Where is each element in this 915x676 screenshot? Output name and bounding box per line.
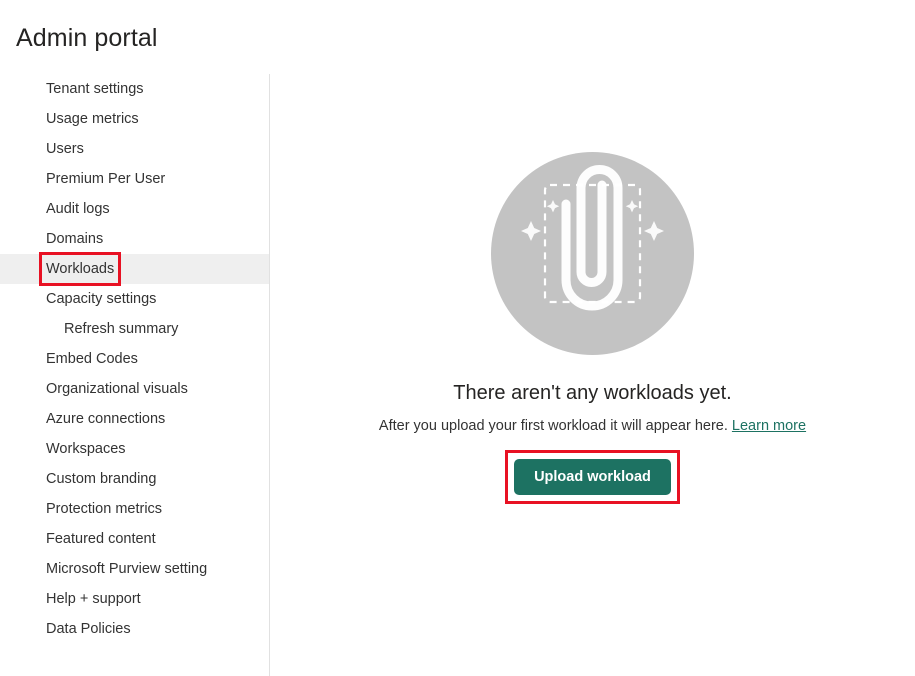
sidebar-item-data-policies[interactable]: Data Policies [0,614,269,644]
sidebar-item-label: Workloads [38,252,122,286]
sidebar-item-usage-metrics[interactable]: Usage metrics [0,104,269,134]
sidebar-item-label: Users [46,141,84,157]
sidebar-item-workspaces[interactable]: Workspaces [0,434,269,464]
empty-state-subtitle-text: After you upload your first workload it … [378,418,728,434]
sidebar-item-label: Azure connections [46,411,166,427]
page-title: Admin portal [16,24,158,52]
empty-state-title: There aren't any workloads yet. [453,382,732,404]
learn-more-link[interactable]: Learn more [732,418,806,434]
empty-state: There aren't any workloads yet. After yo… [270,74,915,504]
sidebar-item-featured-content[interactable]: Featured content [0,524,269,554]
sidebar-item-label: Protection metrics [46,501,163,517]
sidebar-nav: Tenant settings Usage metrics Users Premium… [0,74,269,676]
sidebar-item-refresh-summary[interactable]: Refresh summary [0,314,269,344]
sidebar-item-workloads[interactable]: Workloads [0,252,269,286]
sidebar-item-label: Embed Codes [46,351,138,367]
sidebar-item-protection-metrics[interactable]: Protection metrics [0,494,269,524]
sidebar-item-microsoft-purview-setting[interactable]: Microsoft Purview setting [0,554,269,584]
sidebar-item-custom-branding[interactable]: Custom branding [0,464,269,494]
sidebar-item-label: Help + support [46,591,141,607]
sidebar-item-azure-connections[interactable]: Azure connections [0,404,269,434]
empty-state-subtitle: After you upload your first workload it … [270,416,915,436]
sidebar-item-premium-per-user[interactable]: Premium Per User [0,164,269,194]
sidebar-item-label: Audit logs [46,201,110,217]
sidebar-item-label: Capacity settings [46,291,157,307]
sidebar-item-label: Custom branding [46,471,157,487]
sidebar-item-users[interactable]: Users [0,134,269,164]
sidebar-item-label: Usage metrics [46,111,139,127]
main-panel: There aren't any workloads yet. After yo… [270,74,915,676]
sidebar-item-embed-codes[interactable]: Embed Codes [0,344,269,374]
sidebar-item-label: Organizational visuals [46,381,188,397]
sidebar-item-label: Workspaces [46,441,126,457]
sidebar-item-organizational-visuals[interactable]: Organizational visuals [0,374,269,404]
sidebar-item-tenant-settings[interactable]: Tenant settings [0,74,269,104]
sidebar-item-label: Domains [46,231,104,247]
sidebar-item-help-support[interactable]: Help + support [0,584,269,614]
sidebar-item-label: Featured content [46,531,156,547]
sidebar-item-label: Tenant settings [46,81,144,97]
sidebar-item-label: Data Policies [46,621,131,637]
paperclip-upload-illustration-icon [491,152,694,355]
sidebar-item-audit-logs[interactable]: Audit logs [0,194,269,224]
sidebar-item-label: Microsoft Purview setting [46,561,208,577]
upload-workload-button[interactable]: Upload workload [514,459,671,495]
sidebar-item-label: Premium Per User [46,171,166,187]
sidebar-item-label: Refresh summary [64,321,179,337]
content-area: Tenant settings Usage metrics Users Premium… [0,74,915,676]
sidebar-item-capacity-settings[interactable]: Capacity settings [0,284,269,314]
upload-workload-button-wrap: Upload workload [505,450,680,504]
sidebar-item-domains[interactable]: Domains [0,224,269,254]
